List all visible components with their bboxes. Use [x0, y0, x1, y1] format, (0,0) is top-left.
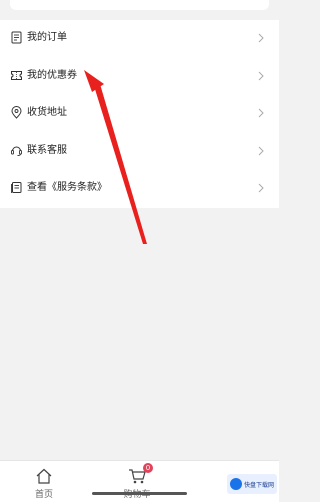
menu-item-orders[interactable]: 我的订单: [0, 20, 279, 58]
watermark-icon: [230, 478, 242, 490]
terms-icon: [11, 182, 22, 193]
menu-item-label: 联系客服: [27, 144, 67, 156]
home-indicator: [92, 492, 187, 495]
menu-item-label: 查看《服务条款》: [27, 182, 107, 193]
watermark-text: 快盘下载网: [244, 482, 275, 489]
chevron-right-icon: [258, 108, 264, 118]
menu-item-label: 收货地址: [27, 107, 67, 118]
menu-item-terms[interactable]: 查看《服务条款》: [0, 170, 279, 208]
customer-service-icon: [11, 146, 22, 156]
watermark-logo: 快盘下载网: [227, 474, 277, 494]
menu-item-coupons[interactable]: 我的优惠券: [0, 58, 279, 96]
card-bottom-edge: [10, 0, 269, 10]
account-menu: 我的订单 我的优惠券 收货地址 联系客服 查看《服务条款》: [0, 20, 279, 208]
chevron-right-icon: [258, 183, 264, 193]
top-card-edge: [0, 0, 279, 18]
chevron-right-icon: [258, 71, 264, 80]
menu-item-label: 我的优惠券: [27, 69, 77, 81]
menu-item-address[interactable]: 收货地址: [0, 95, 279, 133]
location-icon: [11, 106, 22, 119]
cart-badge: 0: [143, 463, 153, 473]
chevron-right-icon: [258, 33, 264, 43]
tab-home-label: 首页: [34, 490, 53, 500]
chevron-right-icon: [258, 146, 264, 155]
tab-home[interactable]: 首页: [14, 461, 74, 502]
home-icon: [36, 468, 52, 484]
order-icon: [11, 31, 22, 44]
menu-item-label: 我的订单: [27, 32, 67, 43]
menu-item-customer-service[interactable]: 联系客服: [0, 133, 279, 171]
screen: 我的订单 我的优惠券 收货地址 联系客服 查看《服务条款》 首页 0 购物车 快…: [0, 0, 279, 502]
tab-cart[interactable]: 0 购物车: [107, 461, 167, 502]
coupon-icon: [11, 70, 22, 80]
